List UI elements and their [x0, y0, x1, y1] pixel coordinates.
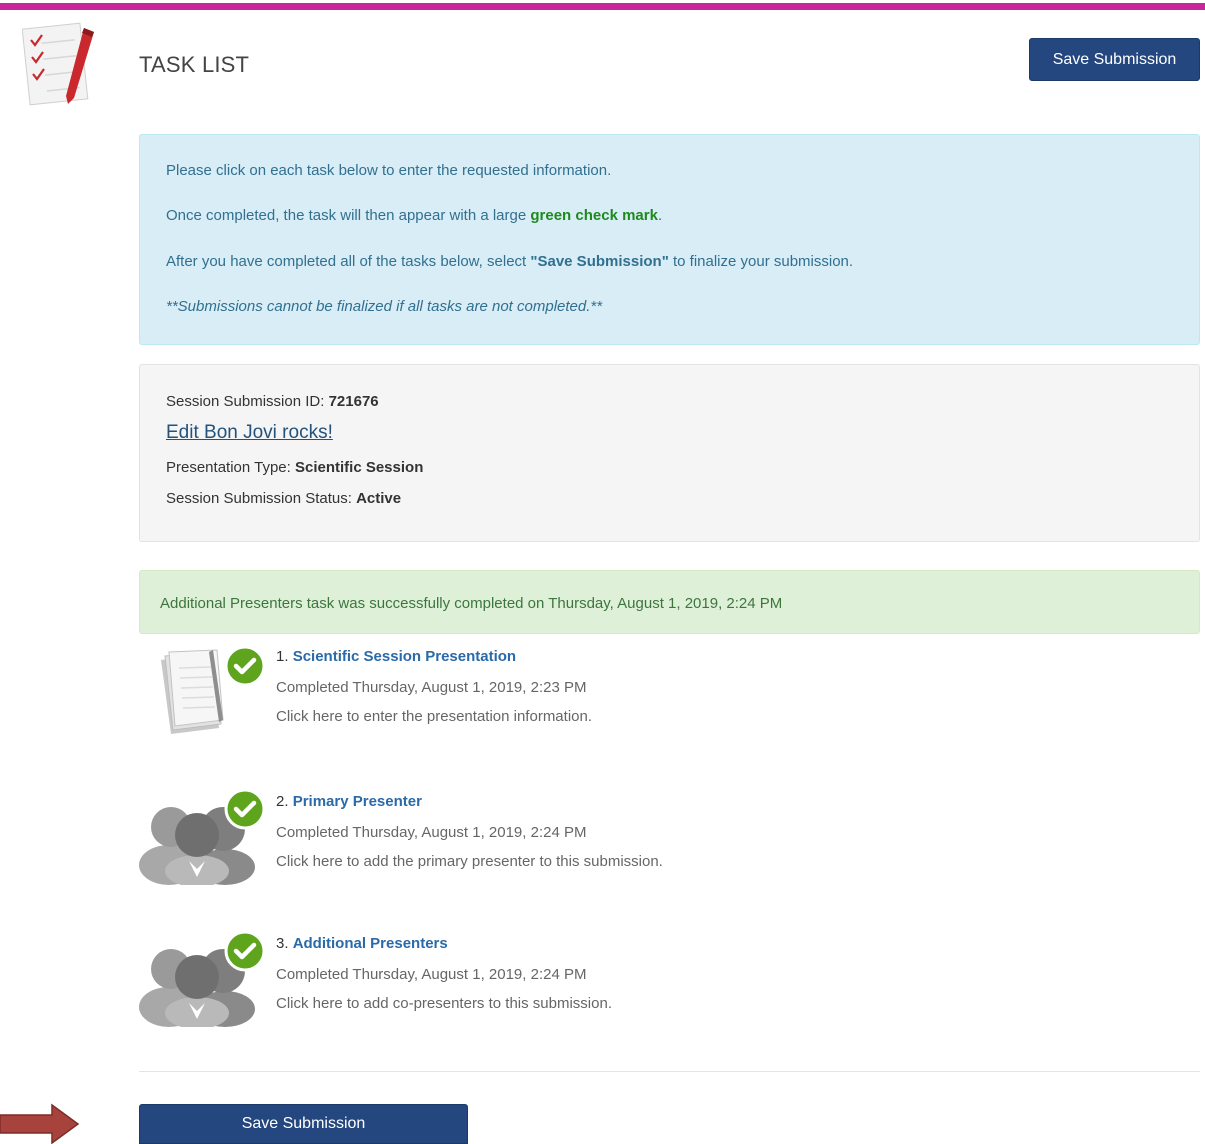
- arrow-right-icon: [0, 1103, 80, 1144]
- task-number: 3.: [276, 935, 293, 952]
- task-description: Click here to add the primary presenter …: [276, 853, 663, 870]
- session-id-row: Session Submission ID: 721676: [166, 393, 379, 410]
- documents-icon: [161, 645, 266, 734]
- instructions-box: Please click on each task below to enter…: [139, 134, 1200, 345]
- green-check-mark-text: green check mark: [530, 207, 658, 224]
- page-title: TASK LIST: [139, 52, 250, 77]
- success-message: Additional Presenters task was successfu…: [160, 595, 783, 612]
- task-link-additional-presenters[interactable]: Additional Presenters: [293, 935, 448, 952]
- save-submission-button-top[interactable]: Save Submission: [1029, 38, 1200, 81]
- top-accent-border: [0, 3, 1205, 10]
- edit-session-link[interactable]: Edit Bon Jovi rocks!: [166, 422, 333, 444]
- task-title-row: 3. Additional Presenters: [276, 935, 448, 952]
- save-submission-quote: "Save Submission": [530, 253, 669, 270]
- presentation-type-value: Scientific Session: [294, 459, 424, 476]
- task-title-row: 1. Scientific Session Presentation: [276, 648, 516, 665]
- instruction-line-3-prefix: After you have completed all of the task…: [166, 253, 531, 270]
- instruction-line-2-prefix: Once completed, the task will then appea…: [166, 207, 531, 224]
- task-title-row: 2. Primary Presenter: [276, 793, 422, 810]
- task-link-presentation[interactable]: Scientific Session Presentation: [293, 648, 516, 665]
- presentation-type-row: Presentation Type: Scientific Session: [166, 459, 423, 476]
- presentation-type-label: Presentation Type:: [166, 459, 295, 476]
- task-number: 2.: [276, 793, 293, 810]
- save-submission-button-bottom[interactable]: Save Submission: [139, 1104, 468, 1144]
- task-description: Click here to enter the presentation inf…: [276, 708, 593, 725]
- session-id-value: 721676: [328, 393, 379, 410]
- instruction-line-2-suffix: .: [657, 207, 663, 224]
- task-description: Click here to add co-presenters to this …: [276, 995, 612, 1012]
- instruction-warning: **Submissions cannot be finalized if all…: [166, 298, 603, 315]
- session-status-value: Active: [356, 490, 402, 507]
- instruction-line-1: Please click on each task below to enter…: [166, 162, 612, 179]
- session-id-label: Session Submission ID:: [166, 393, 329, 410]
- people-icon: [139, 788, 266, 885]
- task-number: 1.: [276, 648, 293, 665]
- instruction-line-3-suffix: to finalize your submission.: [668, 253, 854, 270]
- task-item-presentation[interactable]: 1. Scientific Session Presentation Compl…: [139, 640, 1200, 740]
- session-status-label: Session Submission Status:: [166, 490, 357, 507]
- task-status: Completed Thursday, August 1, 2019, 2:23…: [276, 679, 587, 696]
- task-status: Completed Thursday, August 1, 2019, 2:24…: [276, 966, 587, 983]
- checklist-pencil-icon: [22, 22, 94, 106]
- success-alert: Additional Presenters task was successfu…: [139, 570, 1200, 634]
- instruction-line-3: After you have completed all of the task…: [166, 253, 853, 270]
- task-link-primary-presenter[interactable]: Primary Presenter: [293, 793, 422, 810]
- instruction-line-2: Once completed, the task will then appea…: [166, 207, 662, 224]
- people-icon: [139, 930, 266, 1027]
- task-item-additional-presenters[interactable]: 3. Additional Presenters Completed Thurs…: [139, 927, 1200, 1027]
- task-status: Completed Thursday, August 1, 2019, 2:24…: [276, 824, 587, 841]
- divider: [139, 1071, 1200, 1072]
- session-status-row: Session Submission Status: Active: [166, 490, 401, 507]
- session-info-box: Session Submission ID: 721676 Edit Bon J…: [139, 364, 1200, 542]
- task-item-primary-presenter[interactable]: 2. Primary Presenter Completed Thursday,…: [139, 785, 1200, 885]
